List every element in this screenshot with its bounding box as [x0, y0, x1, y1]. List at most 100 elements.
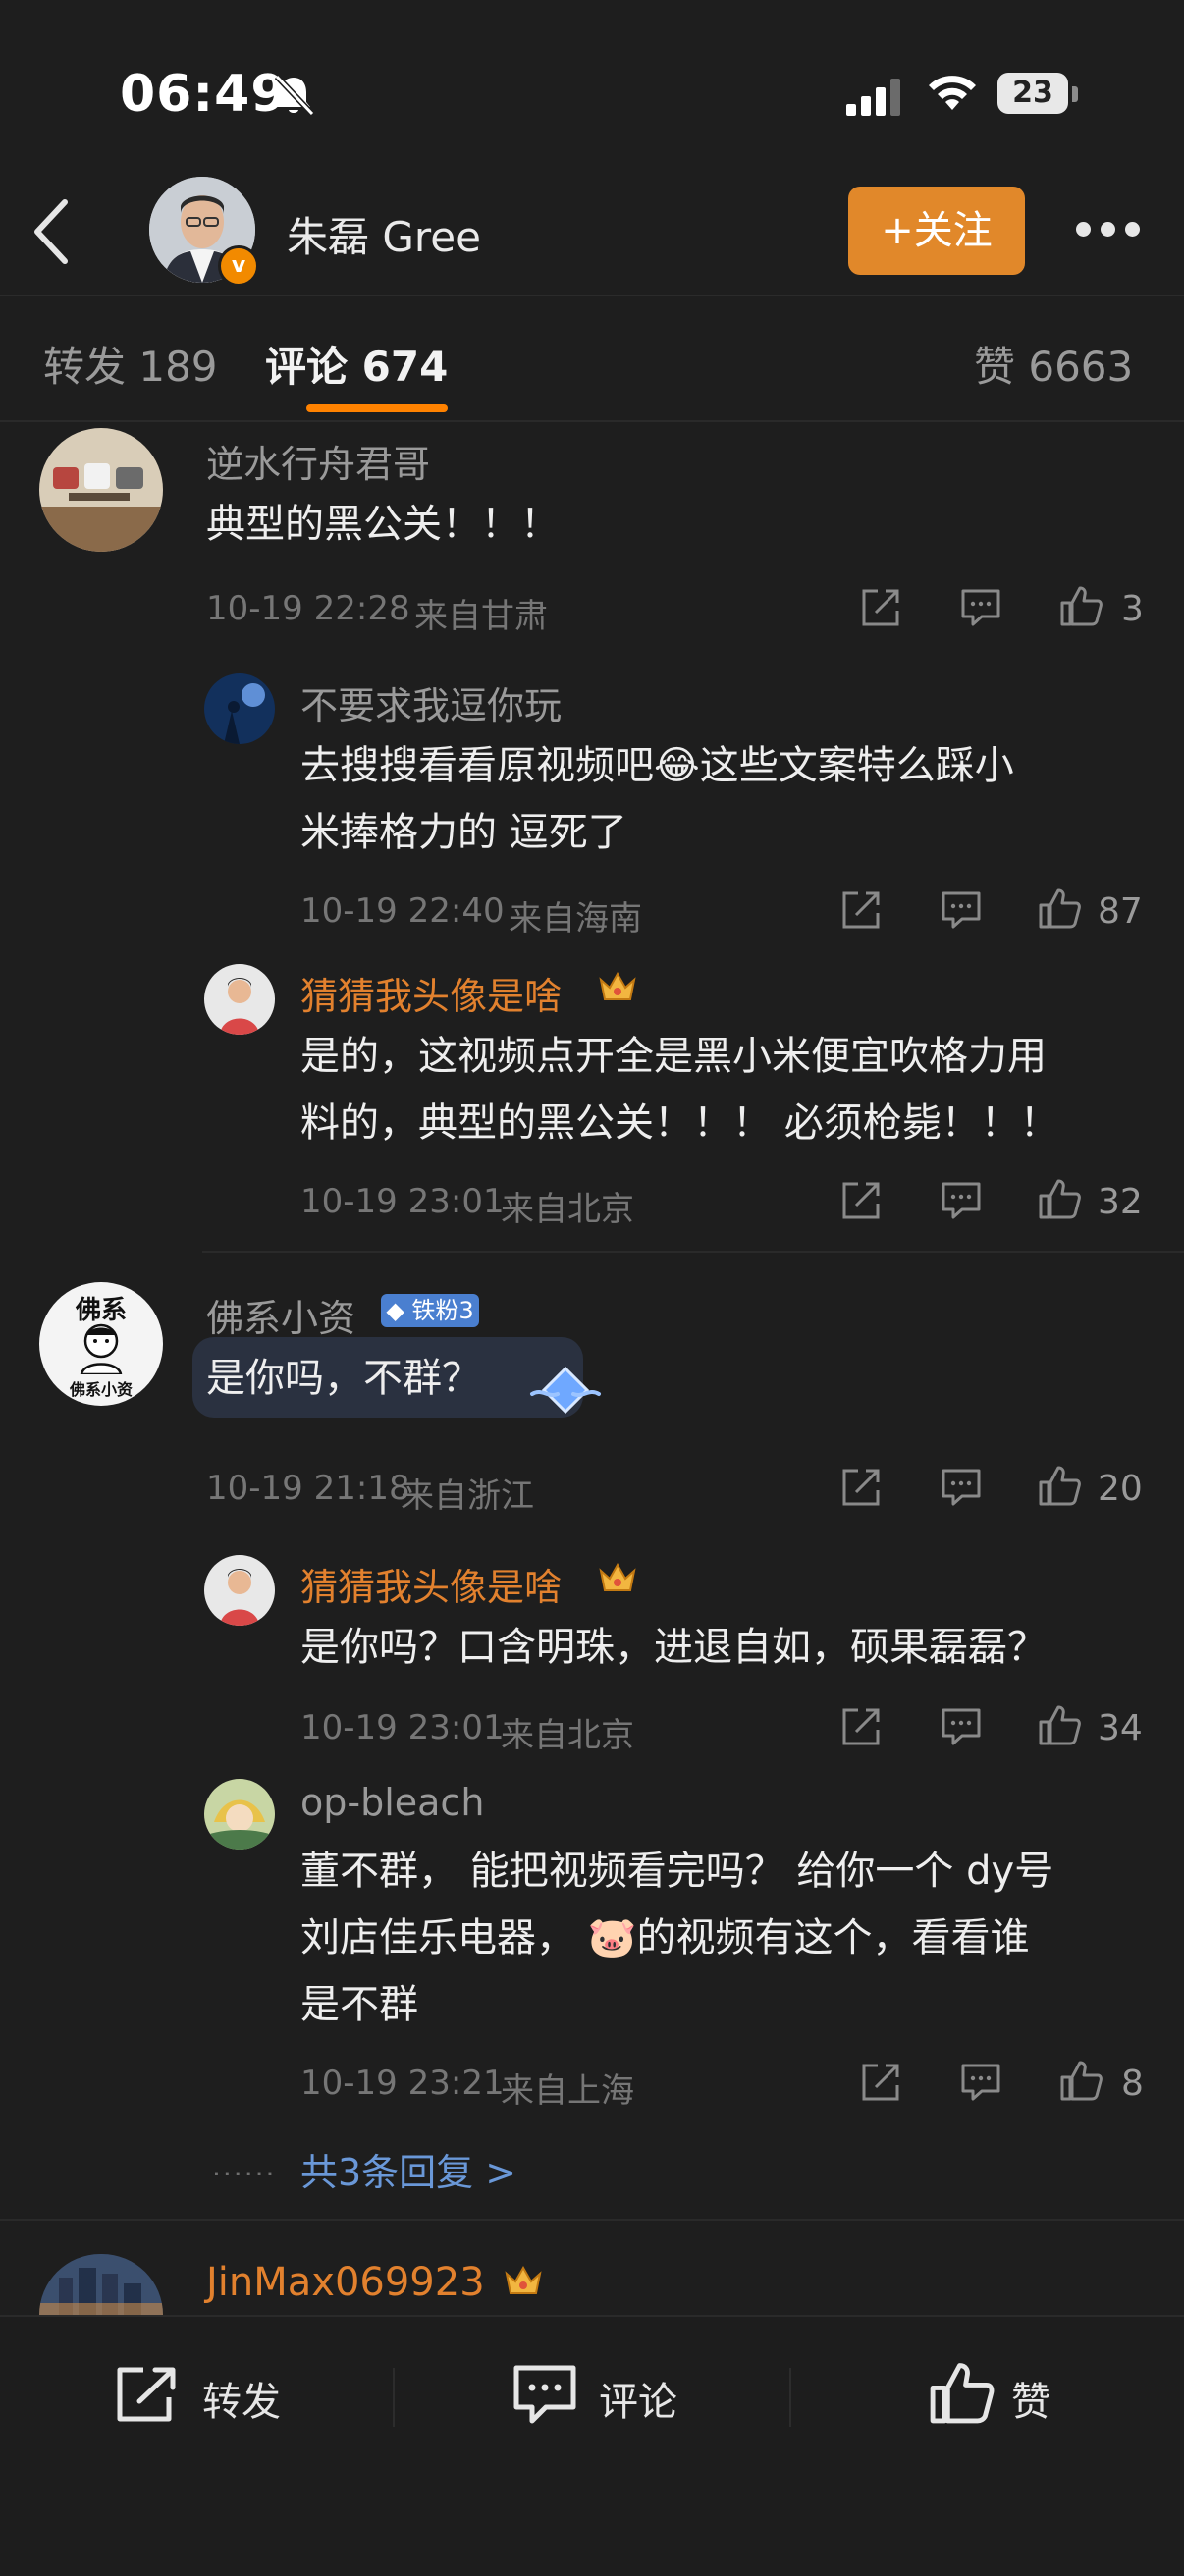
reply-icon[interactable]	[958, 2060, 1003, 2105]
thumbs-up-icon[interactable]	[1037, 1702, 1082, 1747]
tab-likes[interactable]: 赞 6663	[974, 334, 1133, 394]
avatar[interactable]	[204, 1779, 275, 1850]
thumbs-up-icon[interactable]	[1058, 583, 1103, 628]
crown-badge-icon	[599, 1562, 636, 1591]
avatar[interactable]	[204, 1555, 275, 1626]
comment-divider	[0, 2219, 1184, 2221]
crown-badge-icon	[505, 2265, 542, 2294]
reply-username[interactable]: 猜猜我头像是啥	[300, 966, 562, 1020]
avatar-image	[39, 428, 163, 552]
header-divider	[0, 295, 1184, 296]
comment-divider	[202, 1251, 1184, 1253]
avatar-image	[204, 964, 275, 1035]
bottom-action-bar	[0, 2315, 1184, 2576]
reply-icon[interactable]	[939, 1178, 984, 1223]
status-time: 06:49	[120, 65, 288, 124]
comment-time: 10-19 21:18	[206, 1469, 410, 1508]
comment-username[interactable]: 佛系小资	[206, 1288, 355, 1342]
avatar-label-bottom: 佛系小资	[69, 1380, 133, 1399]
reply-location: 来自上海	[501, 2071, 634, 2111]
avatar-image	[204, 673, 275, 744]
reply-location: 来自北京	[501, 1190, 634, 1229]
author-name[interactable]: 朱磊 Gree	[287, 204, 481, 264]
crown-badge-icon	[599, 971, 636, 1000]
reply-location: 来自海南	[509, 899, 642, 939]
back-chevron-icon[interactable]	[29, 196, 73, 267]
reply-text-line: 刘店佳乐电器， 🐷的视频有这个，看看谁	[300, 1915, 1030, 1960]
comment-username[interactable]: JinMax069923	[206, 2260, 485, 2305]
tabs-divider	[0, 420, 1184, 422]
avatar[interactable]	[204, 673, 275, 744]
thumbs-up-icon[interactable]	[1037, 1463, 1082, 1508]
comment-button[interactable]: 评论	[599, 2370, 677, 2427]
bell-muted-icon	[274, 74, 315, 117]
avatar-image	[80, 1323, 123, 1374]
more-replies-link[interactable]: 共3条回复 >	[300, 2142, 516, 2196]
comment-time: 10-19 22:28	[206, 589, 410, 628]
diamond-sticker-icon	[530, 1366, 601, 1415]
reply-username[interactable]: 不要求我逗你玩	[300, 675, 562, 729]
more-options-icon[interactable]	[1076, 222, 1141, 240]
avatar-image	[39, 2254, 163, 2315]
avatar-image	[204, 1779, 275, 1850]
reply-location: 来自北京	[501, 1716, 634, 1755]
comment-location: 来自甘肃	[414, 597, 548, 636]
tab-comment[interactable]: 评论 674	[265, 334, 448, 394]
follow-button[interactable]: +关注	[848, 187, 1025, 275]
comment-text: 是你吗，不群？	[206, 1356, 481, 1401]
thumbs-up-icon[interactable]	[1058, 2058, 1103, 2103]
reply-time: 10-19 22:40	[300, 891, 505, 931]
like-count: 32	[1098, 1182, 1143, 1222]
reply-text-line: 料的，典型的黑公关！！！ 必须枪毙！！！	[300, 1100, 1059, 1146]
bottom-separator	[789, 2368, 791, 2427]
bottom-separator	[393, 2368, 395, 2427]
comment-text: 典型的黑公关！！！	[206, 502, 560, 547]
share-icon[interactable]	[838, 887, 884, 933]
repost-icon[interactable]	[114, 2364, 183, 2425]
reply-text-line: 是不群	[300, 1982, 418, 2027]
share-icon[interactable]	[838, 1178, 884, 1223]
like-count: 34	[1098, 1708, 1143, 1748]
avatar[interactable]	[39, 428, 163, 552]
reply-text-line: 去搜搜看看原视频吧😂这些文案特么踩小	[300, 743, 1014, 788]
verified-badge-icon: v	[218, 245, 259, 287]
avatar[interactable]	[39, 2254, 163, 2315]
share-icon[interactable]	[838, 1465, 884, 1510]
reply-time: 10-19 23:01	[300, 1708, 505, 1747]
reply-time: 10-19 23:21	[300, 2064, 505, 2103]
cellular-signal-icon	[846, 79, 900, 116]
reply-text-line: 是的，这视频点开全是黑小米便宜吹格力用	[300, 1034, 1047, 1079]
wifi-icon	[929, 76, 976, 110]
avatar[interactable]	[204, 964, 275, 1035]
share-icon[interactable]	[858, 585, 903, 630]
tab-repost[interactable]: 转发 189	[43, 334, 218, 394]
reply-text-line: 董不群， 能把视频看完吗？ 给你一个 dy号	[300, 1849, 1054, 1894]
reply-text-line: 米捧格力的 逗死了	[300, 810, 627, 855]
battery-level: 23	[1012, 76, 1053, 110]
like-count: 87	[1098, 891, 1143, 932]
avatar-image	[204, 1555, 275, 1626]
reply-username[interactable]: op-bleach	[300, 1781, 484, 1824]
reply-username[interactable]: 猜猜我头像是啥	[300, 1557, 562, 1611]
like-button[interactable]: 赞	[1011, 2370, 1050, 2427]
reply-icon[interactable]	[939, 1465, 984, 1510]
like-icon[interactable]	[927, 2358, 996, 2427]
repost-button[interactable]: 转发	[202, 2370, 281, 2427]
like-count: 3	[1121, 589, 1144, 629]
comment-location: 来自浙江	[401, 1476, 534, 1516]
share-icon[interactable]	[858, 2060, 903, 2105]
avatar[interactable]: 佛系 佛系小资	[39, 1282, 163, 1406]
comment-icon[interactable]	[511, 2362, 579, 2427]
thumbs-up-icon[interactable]	[1037, 1176, 1082, 1221]
reply-icon[interactable]	[939, 1704, 984, 1749]
fan-badge-label: 铁粉3	[411, 1297, 474, 1324]
fan-badge: ◆ 铁粉3	[381, 1294, 479, 1327]
like-count: 8	[1121, 2064, 1144, 2104]
comment-username[interactable]: 逆水行舟君哥	[206, 434, 430, 488]
reply-icon[interactable]	[939, 887, 984, 933]
thumbs-up-icon[interactable]	[1037, 886, 1082, 931]
share-icon[interactable]	[838, 1704, 884, 1749]
reply-time: 10-19 23:01	[300, 1182, 505, 1221]
battery-icon: 23	[997, 73, 1078, 116]
reply-icon[interactable]	[958, 585, 1003, 630]
